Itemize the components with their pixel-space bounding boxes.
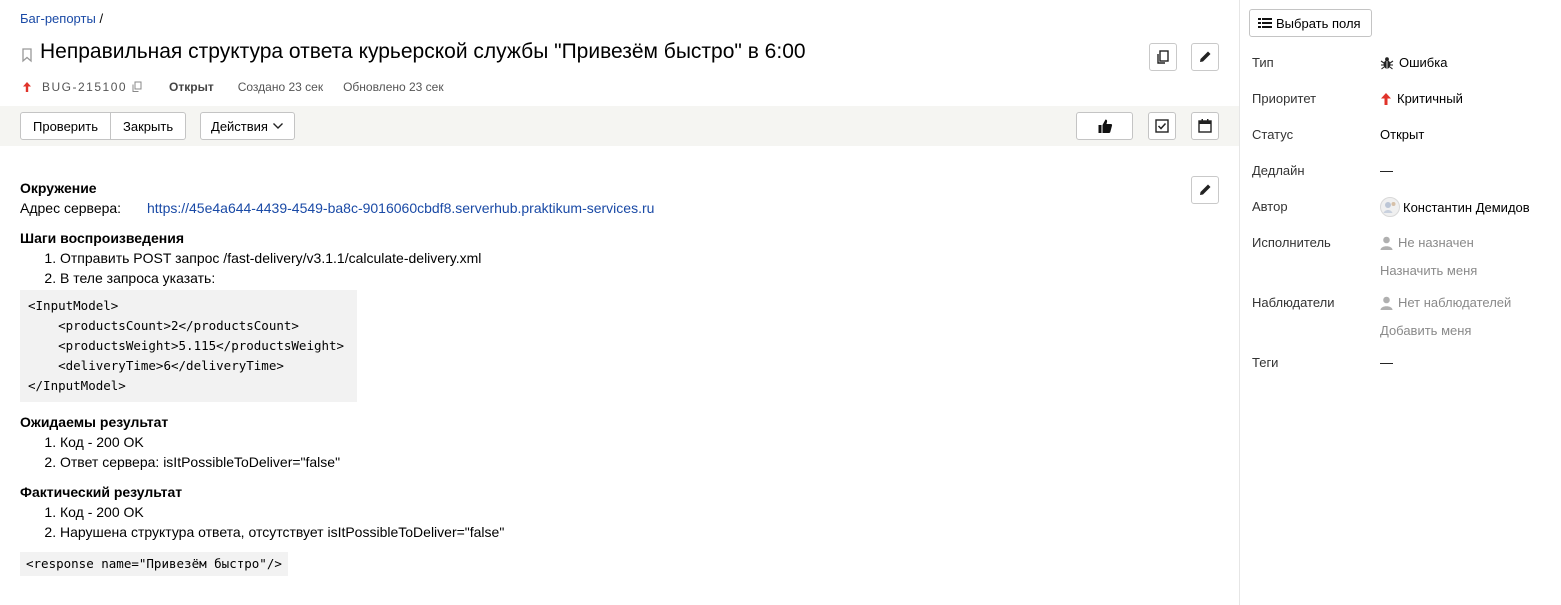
thumbs-up-icon bbox=[1098, 119, 1112, 133]
actual-list: Код - 200 OK Нарушена структура ответа, … bbox=[60, 502, 1180, 542]
prop-label-type: Тип bbox=[1252, 55, 1274, 70]
code-line: </InputModel> bbox=[28, 378, 126, 393]
issue-sidebar: Выбрать поля Тип Ошибка Приоритет Критич… bbox=[1239, 0, 1561, 605]
breadcrumb-separator: / bbox=[99, 11, 104, 26]
prop-value-priority[interactable]: Критичный bbox=[1380, 91, 1463, 106]
steps-list: Отправить POST запрос /fast-delivery/v3.… bbox=[60, 248, 1180, 288]
list-item: Код - 200 OK bbox=[60, 432, 1180, 452]
section-heading-actual: Фактический результат bbox=[20, 484, 183, 500]
prop-value-deadline[interactable]: — bbox=[1380, 163, 1393, 178]
edit-icon bbox=[1200, 51, 1211, 62]
updated-timestamp: Обновлено 23 сек bbox=[343, 80, 444, 94]
prop-label-assignee: Исполнитель bbox=[1252, 235, 1331, 250]
assign-me-label: Назначить меня bbox=[1380, 263, 1478, 278]
prop-value-assignee[interactable]: Не назначен bbox=[1380, 235, 1474, 250]
status-badge[interactable]: Открыт bbox=[169, 80, 214, 94]
bookmark-icon[interactable] bbox=[20, 46, 34, 64]
breadcrumb-link-bug-reports[interactable]: Баг-репорты bbox=[20, 11, 96, 26]
list-item: Ответ сервера: isItPossibleToDeliver="fa… bbox=[60, 452, 1180, 472]
prop-value-type[interactable]: Ошибка bbox=[1380, 55, 1447, 70]
edit-description-button[interactable] bbox=[1191, 176, 1219, 204]
deadline-value: — bbox=[1380, 163, 1393, 178]
server-address-link[interactable]: https://45e4a644-4439-4549-ba8c-9016060c… bbox=[147, 198, 654, 218]
avatar bbox=[1380, 197, 1400, 217]
code-line: <productsCount>2</productsCount> bbox=[28, 318, 299, 333]
code-line: <productsWeight>5.115</productsWeight> bbox=[28, 338, 345, 353]
section-heading-environment: Окружение bbox=[20, 180, 97, 196]
watchers-value: Нет наблюдателей bbox=[1398, 295, 1512, 310]
calendar-icon bbox=[1198, 119, 1212, 133]
section-heading-steps: Шаги воспроизведения bbox=[20, 230, 184, 246]
prop-label-status: Статус bbox=[1252, 127, 1294, 142]
prop-label-deadline: Дедлайн bbox=[1252, 163, 1305, 178]
user-icon bbox=[1380, 236, 1393, 250]
prop-label-priority: Приоритет bbox=[1252, 91, 1317, 106]
select-fields-button[interactable]: Выбрать поля bbox=[1249, 9, 1372, 37]
type-value: Ошибка bbox=[1399, 55, 1448, 70]
add-me-label: Добавить меня bbox=[1380, 323, 1472, 338]
actions-label: Действия bbox=[211, 118, 268, 134]
actions-dropdown[interactable]: Действия bbox=[200, 112, 295, 140]
issue-key[interactable]: BUG-215100 bbox=[42, 80, 127, 94]
checklist-icon bbox=[1155, 119, 1169, 133]
author-name: Константин Демидов bbox=[1403, 199, 1530, 215]
prop-label-watchers: Наблюдатели bbox=[1252, 295, 1335, 310]
list-item: В теле запроса указать: bbox=[60, 268, 1180, 288]
server-address-label: Адрес сервера: bbox=[20, 200, 122, 216]
title-row: Неправильная структура ответа курьерской… bbox=[20, 40, 806, 64]
prop-value-status[interactable]: Открыт bbox=[1380, 127, 1424, 142]
tags-value: — bbox=[1380, 355, 1393, 370]
edit-icon bbox=[1200, 184, 1211, 195]
prop-value-tags[interactable]: — bbox=[1380, 355, 1393, 370]
section-heading-expected: Ожидаемы результат bbox=[20, 414, 169, 430]
issue-meta-row: BUG-215100 Открыт Создано 23 сек Обновле… bbox=[22, 80, 444, 94]
like-button[interactable] bbox=[1076, 112, 1133, 140]
add-me-watcher-link[interactable]: Добавить меня bbox=[1380, 323, 1471, 338]
copy-icon bbox=[1157, 50, 1169, 64]
page-title: Неправильная структура ответа курьерской… bbox=[40, 40, 806, 63]
check-button[interactable]: Проверить bbox=[21, 113, 110, 139]
prop-value-author[interactable]: Константин Демидов bbox=[1380, 197, 1530, 217]
assign-me-link[interactable]: Назначить меня bbox=[1380, 263, 1477, 278]
calendar-button[interactable] bbox=[1191, 112, 1219, 140]
close-button[interactable]: Закрыть bbox=[111, 113, 185, 139]
request-code-block: <InputModel> <productsCount>2</productsC… bbox=[20, 290, 357, 402]
list-item: Нарушена структура ответа, отсутствует i… bbox=[60, 522, 1180, 542]
prop-value-watchers[interactable]: Нет наблюдателей bbox=[1380, 295, 1511, 310]
prop-label-tags: Теги bbox=[1252, 355, 1279, 370]
breadcrumb: Баг-репорты / bbox=[20, 11, 103, 26]
list-item: Отправить POST запрос /fast-delivery/v3.… bbox=[60, 248, 1180, 268]
assignee-value: Не назначен bbox=[1398, 235, 1474, 250]
code-line: <InputModel> bbox=[28, 298, 119, 313]
chevron-down-icon bbox=[272, 123, 283, 129]
issue-description: Окружение Адрес сервера: https://45e4a64… bbox=[20, 178, 1180, 576]
bug-icon bbox=[1380, 56, 1394, 69]
created-timestamp: Создано 23 сек bbox=[237, 80, 324, 94]
priority-arrow-icon bbox=[1381, 92, 1391, 105]
fields-icon bbox=[1258, 18, 1272, 28]
copy-icon[interactable] bbox=[131, 81, 143, 93]
server-address-row: Адрес сервера: https://45e4a644-4439-454… bbox=[20, 198, 1180, 218]
transition-button-group: Проверить Закрыть bbox=[20, 112, 187, 140]
issue-toolbar: Проверить Закрыть Действия bbox=[0, 106, 1239, 146]
list-item: Код - 200 OK bbox=[60, 502, 1180, 522]
copy-issue-button[interactable] bbox=[1149, 43, 1177, 71]
issue-main-panel: Баг-репорты / Неправильная структура отв… bbox=[0, 0, 1239, 605]
code-line: <deliveryTime>6</deliveryTime> bbox=[28, 358, 284, 373]
expected-list: Код - 200 OK Ответ сервера: isItPossible… bbox=[60, 432, 1180, 472]
checklist-button[interactable] bbox=[1148, 112, 1176, 140]
user-icon bbox=[1380, 296, 1393, 310]
priority-arrow-icon bbox=[23, 82, 31, 92]
select-fields-label: Выбрать поля bbox=[1276, 15, 1361, 31]
status-value: Открыт bbox=[1380, 127, 1425, 142]
response-code: <response name="Привезём быстро"/> bbox=[20, 552, 288, 576]
priority-value: Критичный bbox=[1397, 91, 1463, 106]
edit-title-button[interactable] bbox=[1191, 43, 1219, 71]
prop-label-author: Автор bbox=[1252, 199, 1288, 214]
